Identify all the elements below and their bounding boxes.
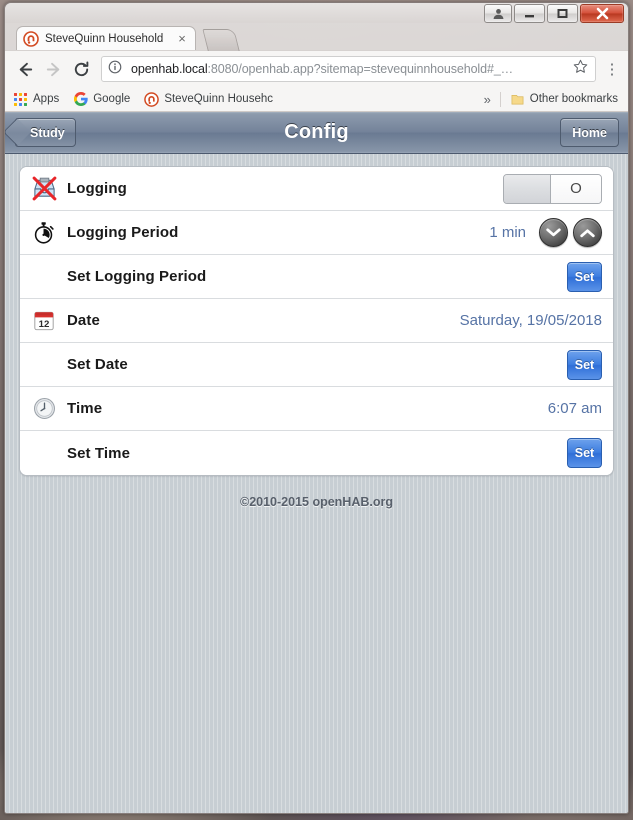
maximize-button[interactable] (547, 4, 578, 23)
apps-grid-icon (13, 92, 28, 107)
reload-button[interactable] (67, 55, 95, 83)
list-item-time[interactable]: Time 6:07 am (20, 387, 613, 431)
bookmarks-overflow-icon[interactable]: » (484, 92, 491, 107)
copyright-footer: ©2010-2015 openHAB.org (239, 495, 393, 509)
page-title: Config (284, 121, 349, 143)
set-date-button[interactable]: Set (567, 349, 602, 380)
list-item-label: Set Date (67, 356, 128, 373)
tab-close-icon[interactable]: × (175, 32, 189, 45)
spacer-icon (31, 440, 57, 466)
list-item-set-logging-period[interactable]: Set Logging Period Set (20, 255, 613, 299)
list-item-label: Set Logging Period (67, 268, 207, 285)
chevron-up-icon[interactable] (573, 218, 602, 247)
page-viewport: Study Config Home Logging O Logging Peri… (5, 112, 628, 813)
openhab-favicon (23, 30, 39, 47)
back-button[interactable] (11, 55, 39, 83)
date-value: Saturday, 19/05/2018 (459, 312, 602, 329)
bookmark-apps[interactable]: Apps (13, 92, 59, 107)
bookmark-item-stevequinn[interactable]: SteveQuinn Househc (144, 91, 273, 107)
list-item-label: Logging Period (67, 224, 179, 241)
bookmark-label: Google (93, 93, 131, 105)
logging-period-value: 1 min (489, 224, 526, 241)
list-item-label: Set Time (67, 444, 131, 462)
person-icon-button[interactable] (484, 4, 512, 23)
address-bar[interactable]: openhab.local:8080/openhab.app?sitemap=s… (101, 56, 596, 82)
forward-button[interactable] (39, 55, 67, 83)
list-item-label: Date (67, 312, 100, 329)
tab-title: SteveQuinn Household (45, 32, 164, 45)
bookmarks-divider (499, 91, 501, 107)
bookmark-apps-label: Apps (33, 93, 60, 105)
set-logging-period-button[interactable]: Set (567, 261, 602, 292)
browser-toolbar: openhab.local:8080/openhab.app?sitemap=s… (5, 50, 628, 87)
google-icon (73, 92, 88, 107)
minimize-button[interactable] (514, 4, 545, 23)
list-item-label: Logging (67, 180, 127, 197)
list-item-date[interactable]: 12 Date Saturday, 19/05/2018 (20, 299, 613, 343)
back-nav-button[interactable]: Study (15, 118, 76, 147)
url-text: openhab.local:8080/openhab.app?sitemap=s… (131, 62, 571, 76)
url-path: :8080/openhab.app?sitemap=stevequinnhous… (207, 62, 514, 76)
settings-list: Logging O Logging Period 1 min Set Loggi… (19, 166, 614, 476)
calendar-icon: 12 (31, 308, 57, 334)
bookmarks-bar: Apps Google SteveQuinn Househc » Other b… (5, 87, 628, 112)
set-time-button[interactable]: Set (567, 438, 602, 468)
browser-window: SteveQuinn Household × openhab.local:808… (4, 2, 629, 814)
list-item-set-date[interactable]: Set Date Set (20, 343, 613, 387)
folder-icon (510, 92, 525, 107)
close-button[interactable] (580, 4, 624, 23)
toggle-state-label: O (551, 174, 601, 203)
toggle-knob[interactable] (504, 174, 551, 203)
chevron-down-icon[interactable] (539, 218, 568, 247)
list-item-label: Time (67, 400, 103, 417)
home-button[interactable]: Home (560, 118, 619, 147)
tray-disabled-icon (31, 176, 57, 202)
clock-icon (31, 396, 57, 422)
svg-text:12: 12 (39, 318, 50, 329)
other-bookmarks-button[interactable]: Other bookmarks (510, 92, 618, 107)
url-domain: openhab.local (131, 62, 208, 76)
time-value: 6:07 am (547, 400, 602, 417)
kebab-menu-icon[interactable]: ⋮ (602, 55, 622, 83)
logging-toggle[interactable]: O (503, 173, 602, 204)
bookmark-label: SteveQuinn Househc (164, 93, 273, 105)
list-item-set-time[interactable]: Set Time Set (20, 431, 613, 475)
back-nav-label: Study (30, 125, 65, 140)
list-item-logging-period[interactable]: Logging Period 1 min (20, 211, 613, 255)
spacer-icon (31, 264, 57, 290)
app-header: Study Config Home (5, 112, 628, 154)
window-controls (484, 4, 624, 23)
bookmark-item-google[interactable]: Google (73, 92, 130, 107)
tab-strip: SteveQuinn Household × (5, 23, 628, 51)
stopwatch-icon (31, 220, 57, 246)
browser-tab[interactable]: SteveQuinn Household × (16, 26, 196, 50)
list-item-logging[interactable]: Logging O (20, 167, 613, 211)
new-tab-button[interactable] (202, 29, 240, 51)
other-bookmarks-label: Other bookmarks (529, 93, 618, 105)
info-circle-icon[interactable] (108, 60, 124, 79)
home-button-label: Home (572, 125, 607, 140)
window-titlebar (5, 3, 628, 23)
spacer-icon (31, 352, 57, 378)
openhab-favicon (144, 91, 160, 107)
star-icon[interactable] (571, 59, 589, 79)
